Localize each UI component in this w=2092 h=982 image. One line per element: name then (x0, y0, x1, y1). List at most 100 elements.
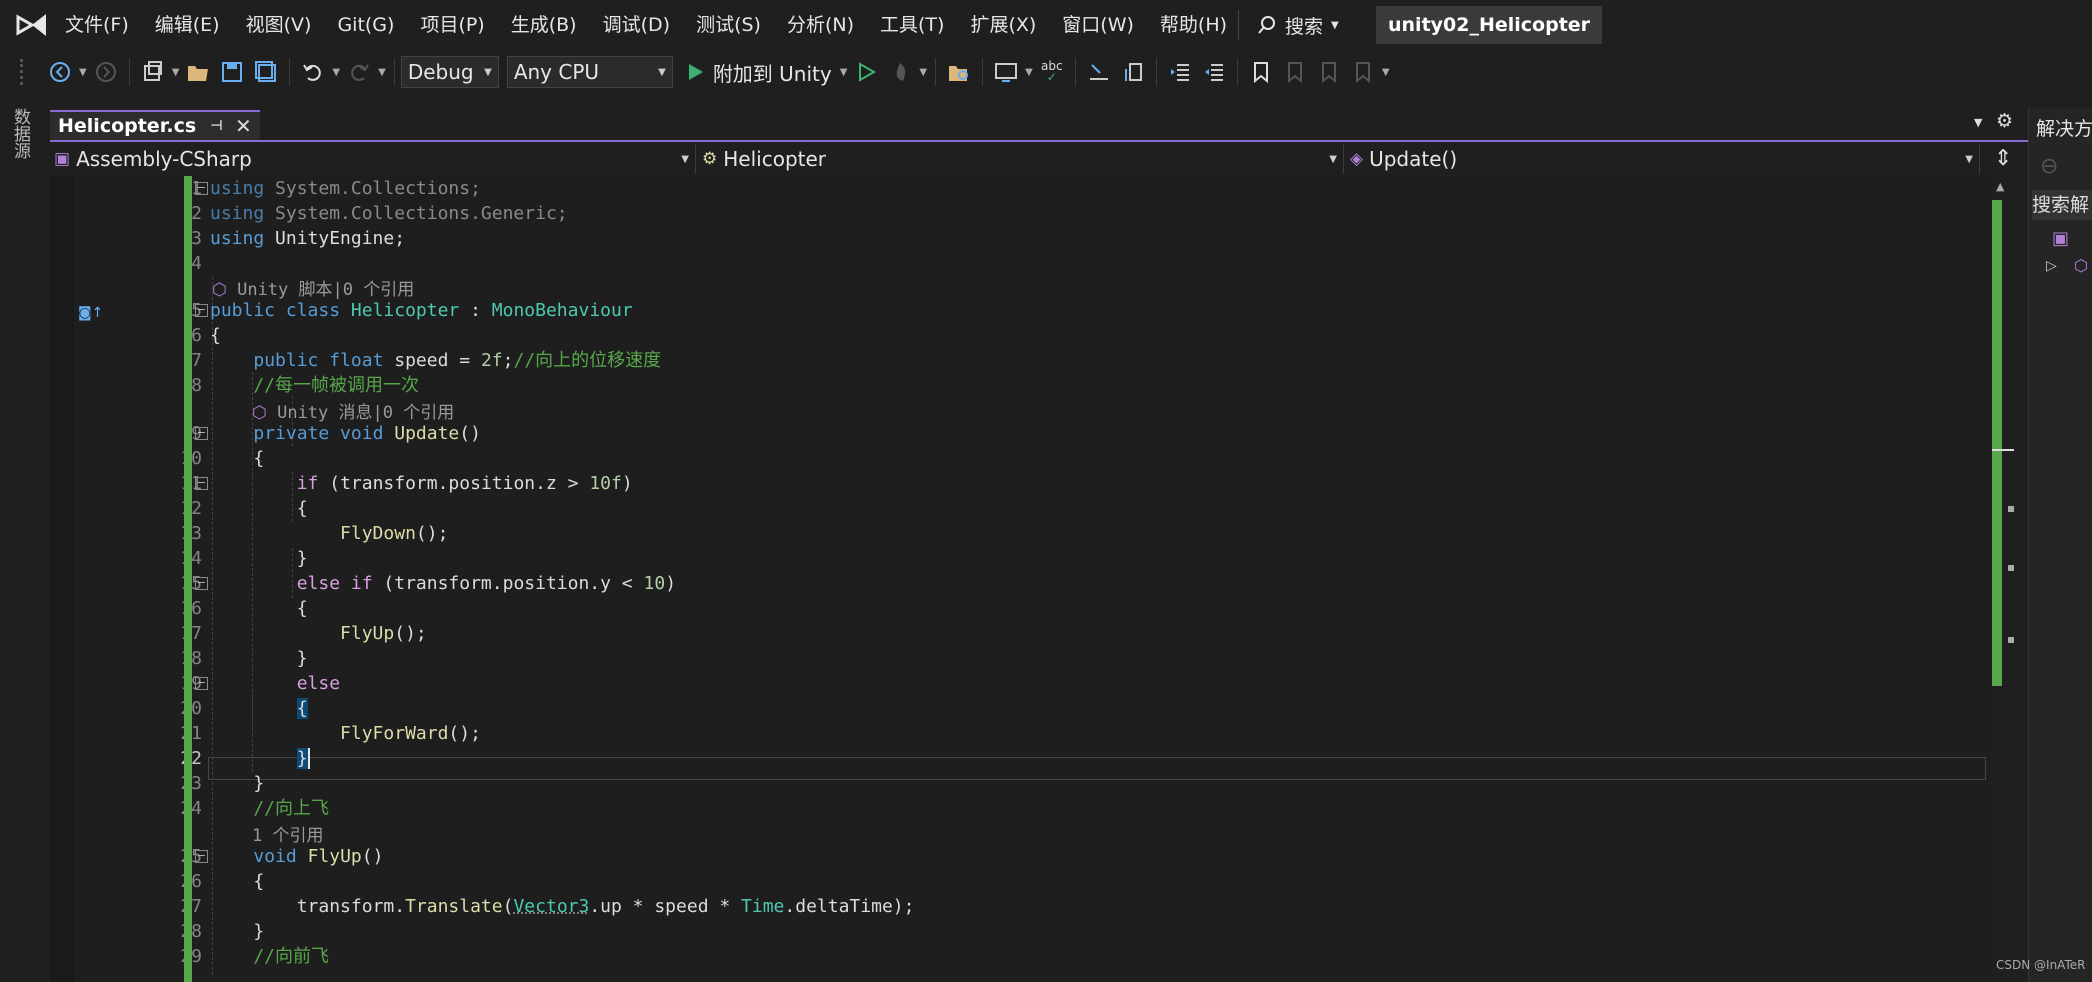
hot-reload-icon[interactable] (886, 58, 914, 86)
left-tool-strip (0, 108, 36, 982)
toolbar-grip[interactable] (20, 59, 43, 85)
code-line: 13 FlyDown(); (50, 521, 1990, 546)
unity-icon: ⬡ (252, 403, 267, 423)
code-lens-update[interactable]: ⬡ Unity 消息|0 个引用 (252, 398, 454, 423)
navigate-forward-icon[interactable] (92, 58, 120, 86)
project-icon[interactable]: ⬡ (2074, 256, 2088, 275)
menu-window[interactable]: 窗口(W) (1049, 0, 1147, 50)
attach-to-unity-label: 附加到 Unity (712, 61, 832, 86)
code-line: 2 using System.Collections.Generic; (50, 201, 1990, 226)
menu-git[interactable]: Git(G) (324, 0, 407, 50)
chevron-down-icon: ▼ (1329, 153, 1337, 165)
chevron-down-icon: ▼ (1331, 19, 1339, 31)
code-line: 4 (50, 251, 1990, 276)
expand-arrow-icon[interactable]: ▷ (2046, 258, 2057, 274)
menu-test[interactable]: 测试(S) (683, 0, 774, 50)
chevron-down-icon[interactable]: ▼ (79, 67, 87, 78)
collapse-icon[interactable]: − (195, 182, 208, 195)
scroll-up-icon[interactable]: ▲ (1996, 180, 2004, 193)
member-dropdown[interactable]: ◈ Update() ▼ (1346, 144, 1980, 174)
close-icon[interactable]: ✕ (235, 114, 252, 138)
tab-list-dropdown-icon[interactable]: ▼ (1974, 116, 1982, 129)
platform-select[interactable]: Any CPU ▼ (506, 56, 673, 88)
collapse-icon[interactable]: − (195, 677, 208, 690)
menu-tools[interactable]: 工具(T) (867, 0, 957, 50)
toolbar-overflow-icon[interactable]: ▼ (1382, 67, 1390, 78)
save-icon[interactable] (218, 58, 246, 86)
browser-link-icon[interactable] (992, 58, 1020, 86)
split-window-icon[interactable]: ⇕ (1994, 146, 2012, 171)
menu-edit[interactable]: 编辑(E) (142, 0, 233, 50)
search-box[interactable]: 搜索 ▼ (1238, 8, 1339, 42)
menu-view[interactable]: 视图(V) (233, 0, 325, 50)
solution-icon[interactable]: ▣ (2052, 228, 2069, 249)
chevron-down-icon[interactable]: ▼ (172, 67, 180, 78)
collapse-icon[interactable]: − (195, 577, 208, 590)
menu-extensions[interactable]: 扩展(X) (957, 0, 1049, 50)
collapse-icon[interactable]: − (195, 477, 208, 490)
next-bookmark-icon[interactable] (1315, 58, 1343, 86)
toolbar-separator (289, 58, 291, 86)
scrollbar-change-map (1992, 200, 2002, 686)
project-dropdown[interactable]: ▣ Assembly-CSharp ▼ (50, 144, 696, 174)
method-icon: ◈ (1350, 149, 1364, 169)
glyph-margin[interactable] (50, 176, 74, 982)
code-lens-class[interactable]: ⬡ Unity 脚本|0 个引用 (212, 275, 414, 300)
save-all-icon[interactable] (252, 58, 280, 86)
menu-help[interactable]: 帮助(H) (1147, 0, 1240, 50)
menu-analyze[interactable]: 分析(N) (774, 0, 867, 50)
collapse-icon[interactable]: − (195, 427, 208, 440)
code-editor[interactable]: 1 − using System.Collections; 2 using Sy… (50, 176, 1990, 982)
outdent-icon[interactable] (1200, 58, 1228, 86)
undo-icon[interactable] (299, 58, 327, 86)
platform-value: Any CPU (513, 60, 600, 84)
start-without-debugging-icon[interactable] (852, 58, 880, 86)
gear-icon[interactable]: ⚙ (1996, 110, 2013, 132)
menu-project[interactable]: 项目(P) (407, 0, 497, 50)
menu-build[interactable]: 生成(B) (498, 0, 590, 50)
chevron-down-icon[interactable]: ▼ (1025, 67, 1033, 78)
play-icon (688, 64, 703, 80)
navigate-back-icon[interactable]: ⊖ (2040, 154, 2058, 179)
menu-debug[interactable]: 调试(D) (590, 0, 683, 50)
code-line: 17 FlyUp(); (50, 621, 1990, 646)
code-line: 21 FlyForWard(); (50, 721, 1990, 746)
chevron-down-icon[interactable]: ▼ (378, 67, 386, 78)
data-sources-tab[interactable]: 数据源 (8, 108, 33, 159)
step-into-icon[interactable] (1085, 58, 1113, 86)
indent-icon[interactable] (1166, 58, 1194, 86)
code-line: 20 { (50, 696, 1990, 721)
new-project-icon[interactable] (139, 58, 167, 86)
solution-explorer-title[interactable]: 解决方 (2036, 114, 2092, 141)
collapse-icon[interactable]: − (195, 850, 208, 863)
menu-file[interactable]: 文件(F) (52, 0, 142, 50)
visual-studio-logo-icon[interactable] (14, 10, 50, 40)
navigation-bar: ▣ Assembly-CSharp ▼ ⚙ Helicopter ▼ ◈ Update… (50, 144, 1980, 176)
chevron-down-icon[interactable]: ▼ (840, 67, 848, 78)
code-lens-flyup[interactable]: 1 个引用 (252, 821, 323, 846)
solution-name-badge[interactable]: unity02_Helicopter (1376, 6, 1603, 44)
project-name: Assembly-CSharp (76, 147, 252, 171)
redo-icon[interactable] (345, 58, 373, 86)
solution-explorer-search[interactable]: 搜索解 (2032, 190, 2092, 220)
navigate-back-icon[interactable] (46, 58, 74, 86)
copy-code-icon[interactable] (1119, 58, 1147, 86)
chevron-down-icon[interactable]: ▼ (332, 67, 340, 78)
open-folder-icon[interactable] (184, 58, 212, 86)
bookmark-icon[interactable] (1247, 58, 1275, 86)
tab-helicopter-cs[interactable]: Helicopter.cs ⊣ ✕ (50, 110, 260, 140)
type-dropdown[interactable]: ⚙ Helicopter ▼ (698, 144, 1344, 174)
chevron-down-icon[interactable]: ▼ (919, 67, 927, 78)
configuration-select[interactable]: Debug ▼ (400, 56, 499, 88)
find-in-files-icon[interactable] (945, 58, 973, 86)
code-line: 25 − void FlyUp() (50, 844, 1990, 869)
code-line: 19 − else (50, 671, 1990, 696)
chevron-down-icon: ▼ (1965, 153, 1973, 165)
clear-bookmarks-icon[interactable] (1349, 58, 1377, 86)
previous-bookmark-icon[interactable] (1281, 58, 1309, 86)
attach-to-unity-button[interactable]: 附加到 Unity (685, 58, 832, 87)
collapse-icon[interactable]: − (195, 304, 208, 317)
unity-icon: ⬡ (212, 280, 227, 300)
pin-icon[interactable]: ⊣ (210, 118, 223, 134)
spell-check-icon[interactable]: abc ✓ (1038, 58, 1066, 86)
